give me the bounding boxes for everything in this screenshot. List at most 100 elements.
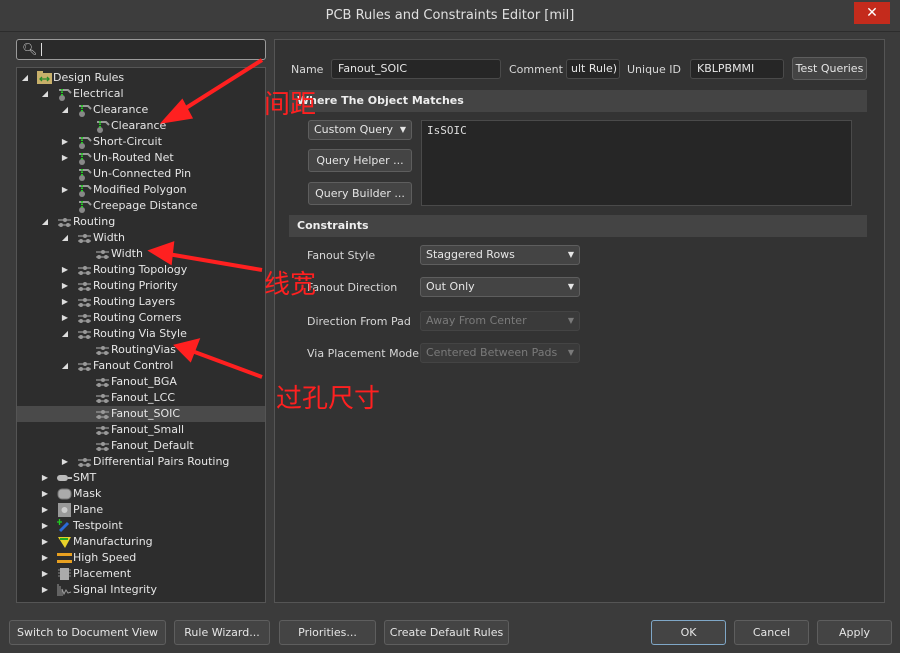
collapse-icon[interactable]: ◢ (60, 358, 70, 374)
close-button[interactable]: ✕ (854, 2, 890, 24)
tree-item[interactable]: ◢ Fanout Control (17, 358, 265, 374)
routing-icon (77, 279, 92, 293)
collapse-icon[interactable]: ◢ (40, 214, 50, 230)
tree-item[interactable]: ◢ Design Rules (17, 70, 265, 86)
tree-item[interactable]: ▶ Placement (17, 566, 265, 582)
routing-icon (95, 375, 110, 389)
tree-item[interactable]: RoutingVias (17, 342, 265, 358)
expand-icon[interactable]: ▶ (60, 294, 70, 310)
tree-item[interactable]: Fanout_SOIC (17, 406, 265, 422)
tree-item[interactable]: Creepage Distance (17, 198, 265, 214)
tree-item[interactable]: ▶ High Speed (17, 550, 265, 566)
tree-item[interactable]: ▶ Mask (17, 486, 265, 502)
search-input[interactable]: 🔍︎ (16, 39, 266, 60)
tree-item[interactable]: ▶ Manufacturing (17, 534, 265, 550)
tree-item-label: Routing Via Style (93, 327, 187, 340)
tree-item[interactable]: ▶ Un-Routed Net (17, 150, 265, 166)
tree-item[interactable]: ▶ Routing Corners (17, 310, 265, 326)
rules-tree[interactable]: ◢ Design Rules ◢ Electrical ◢ Clearance Cleara… (16, 67, 266, 603)
tree-item[interactable]: ▶ Routing Layers (17, 294, 265, 310)
collapse-icon[interactable]: ◢ (60, 230, 70, 246)
expand-icon[interactable]: ▶ (40, 582, 50, 598)
tree-item[interactable]: Fanout_Small (17, 422, 265, 438)
fanout-direction-dropdown[interactable]: Out Only ▼ (420, 277, 580, 297)
tree-item[interactable]: Fanout_BGA (17, 374, 265, 390)
tree-item[interactable]: Fanout_Default (17, 438, 265, 454)
expand-icon[interactable]: ▶ (40, 518, 50, 534)
unique-id-label: Unique ID (627, 63, 682, 76)
query-type-dropdown[interactable]: Custom Query ▼ (308, 120, 412, 140)
tree-item[interactable]: Fanout_LCC (17, 390, 265, 406)
tree-item[interactable]: ◢ Width (17, 230, 265, 246)
expand-icon[interactable]: ▶ (40, 502, 50, 518)
tree-item[interactable]: ▶ Routing Topology (17, 262, 265, 278)
expand-icon[interactable]: ▶ (40, 566, 50, 582)
fanout-style-dropdown[interactable]: Staggered Rows ▼ (420, 245, 580, 265)
test-queries-button[interactable]: Test Queries (792, 57, 867, 80)
tree-item[interactable]: Clearance (17, 118, 265, 134)
tree-item[interactable]: ▶ Routing Priority (17, 278, 265, 294)
expand-icon[interactable]: ▶ (60, 454, 70, 470)
routing-icon (95, 407, 110, 421)
expand-icon[interactable]: ▶ (60, 310, 70, 326)
tree-item[interactable]: Width (17, 246, 265, 262)
routing-icon (77, 359, 92, 373)
via-placement-label: Via Placement Mode (307, 347, 420, 360)
expand-icon[interactable]: ▶ (60, 150, 70, 166)
direction-from-pad-label: Direction From Pad (307, 315, 411, 328)
rule-wizard-button[interactable]: Rule Wizard... (174, 620, 270, 645)
tree-item-label: RoutingVias (111, 343, 176, 356)
tree-item[interactable]: ◢ Routing (17, 214, 265, 230)
switch-document-view-button[interactable]: Switch to Document View (9, 620, 166, 645)
electrical-icon (95, 119, 110, 133)
collapse-icon[interactable]: ◢ (40, 86, 50, 102)
tree-item-label: Un-Connected Pin (93, 167, 192, 180)
tree-item-label: Clearance (111, 119, 167, 132)
testpoint-icon (57, 519, 72, 533)
expand-icon[interactable]: ▶ (40, 486, 50, 502)
query-builder-button[interactable]: Query Builder ... (308, 182, 412, 205)
expand-icon[interactable]: ▶ (40, 534, 50, 550)
create-default-rules-button[interactable]: Create Default Rules (384, 620, 509, 645)
expand-icon[interactable]: ▶ (40, 550, 50, 566)
collapse-icon[interactable]: ◢ (60, 102, 70, 118)
direction-from-pad-value: Away From Center (426, 314, 527, 327)
electrical-icon (77, 103, 92, 117)
ok-button[interactable]: OK (651, 620, 726, 645)
tree-item[interactable]: ◢ Clearance (17, 102, 265, 118)
tree-item[interactable]: ▶ SMT (17, 470, 265, 486)
expand-icon[interactable]: ▶ (60, 182, 70, 198)
query-editor[interactable]: IsSOIC (421, 120, 852, 206)
collapse-icon[interactable]: ◢ (20, 70, 30, 86)
cancel-button[interactable]: Cancel (734, 620, 809, 645)
collapse-icon[interactable]: ◢ (60, 326, 70, 342)
tree-item[interactable]: ▶ Testpoint (17, 518, 265, 534)
comment-field[interactable]: ult Rule) (566, 59, 620, 79)
tree-item[interactable]: ◢ Routing Via Style (17, 326, 265, 342)
tree-item[interactable]: ▶ Signal Integrity (17, 582, 265, 598)
routing-icon (95, 343, 110, 357)
tree-item[interactable]: ▶ Differential Pairs Routing (17, 454, 265, 470)
tree-item[interactable]: ◢ Electrical (17, 86, 265, 102)
tree-item-label: Short-Circuit (93, 135, 162, 148)
expand-icon[interactable]: ▶ (60, 134, 70, 150)
fanout-direction-label: Fanout Direction (307, 281, 398, 294)
apply-button[interactable]: Apply (817, 620, 892, 645)
tree-item[interactable]: ▶ Short-Circuit (17, 134, 265, 150)
electrical-icon (77, 199, 92, 213)
tree-item[interactable]: Un-Connected Pin (17, 166, 265, 182)
expand-icon[interactable]: ▶ (60, 278, 70, 294)
routing-icon (95, 439, 110, 453)
tree-item[interactable]: ▶ Modified Polygon (17, 182, 265, 198)
via-placement-value: Centered Between Pads (426, 346, 558, 359)
priorities-button[interactable]: Priorities... (279, 620, 376, 645)
unique-id-field[interactable]: KBLPBMMI (690, 59, 784, 79)
expand-icon[interactable]: ▶ (40, 470, 50, 486)
expand-icon[interactable]: ▶ (60, 262, 70, 278)
tree-item-label: Fanout_SOIC (111, 407, 181, 420)
electrical-icon (77, 135, 92, 149)
query-helper-button[interactable]: Query Helper ... (308, 149, 412, 172)
tree-item[interactable]: ▶ Plane (17, 502, 265, 518)
smt-icon (57, 471, 72, 485)
name-field[interactable]: Fanout_SOIC (331, 59, 501, 79)
